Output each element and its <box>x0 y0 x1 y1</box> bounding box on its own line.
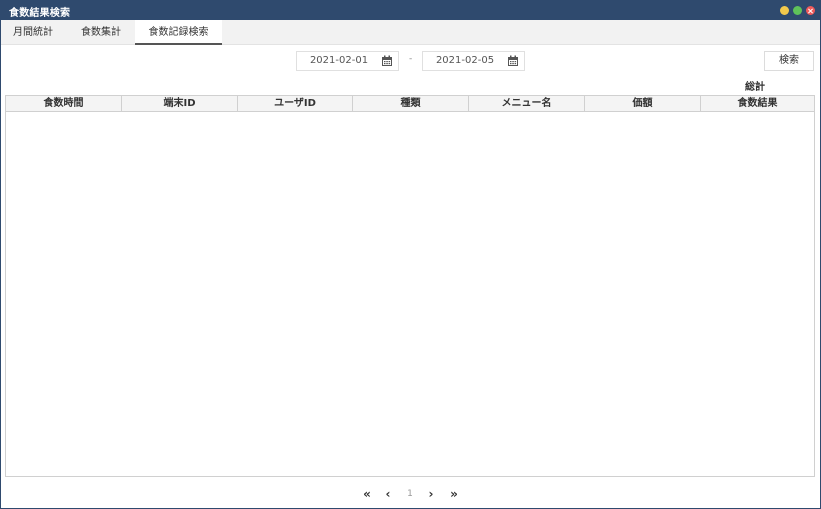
column-header-menu-name[interactable]: メニュー名 <box>469 96 585 112</box>
column-header-price[interactable]: 価額 <box>585 96 701 112</box>
results-table: 食数時間 端末ID ユーザID 種類 メニュー名 価額 食数結果 <box>5 95 815 477</box>
search-button[interactable]: 検索 <box>764 51 814 71</box>
first-page-button[interactable]: « <box>360 486 374 502</box>
close-button[interactable] <box>806 6 815 15</box>
column-header-user-id[interactable]: ユーザID <box>238 96 353 112</box>
maximize-button[interactable] <box>793 6 802 15</box>
pagination: « ‹ 1 › » <box>1 486 820 502</box>
tab-meal-record-search[interactable]: 食数記録検索 <box>135 20 222 45</box>
tab-meal-count-summary[interactable]: 食数集計 <box>67 20 135 45</box>
column-header-meal-result[interactable]: 食数結果 <box>701 96 814 112</box>
title-bar[interactable]: 食数結果検索 <box>1 1 820 20</box>
next-page-button[interactable]: › <box>425 486 437 502</box>
tab-monthly-stats[interactable]: 月間統計 <box>1 20 65 45</box>
minimize-button[interactable] <box>780 6 789 15</box>
calendar-icon[interactable] <box>381 55 393 67</box>
column-header-type[interactable]: 種類 <box>353 96 469 112</box>
app-window: 食数結果検索 月間統計 食数集計 食数記録検索 2021-02-01 - 202… <box>0 0 821 509</box>
start-date-value[interactable]: 2021-02-01 <box>297 52 381 70</box>
tab-bar: 月間統計 食数集計 食数記録検索 <box>1 20 820 45</box>
last-page-button[interactable]: » <box>447 486 461 502</box>
total-label: 総計 <box>745 82 765 93</box>
window-title: 食数結果検索 <box>9 8 71 19</box>
column-header-terminal-id[interactable]: 端末ID <box>122 96 238 112</box>
table-header: 食数時間 端末ID ユーザID 種類 メニュー名 価額 食数結果 <box>6 96 814 112</box>
start-date-field[interactable]: 2021-02-01 <box>296 51 399 71</box>
end-date-value[interactable]: 2021-02-05 <box>423 52 507 70</box>
current-page-number[interactable]: 1 <box>403 486 417 502</box>
prev-page-button[interactable]: ‹ <box>382 486 394 502</box>
column-header-meal-time[interactable]: 食数時間 <box>6 96 122 112</box>
end-date-field[interactable]: 2021-02-05 <box>422 51 525 71</box>
date-range-separator: - <box>409 54 413 64</box>
calendar-icon[interactable] <box>507 55 519 67</box>
